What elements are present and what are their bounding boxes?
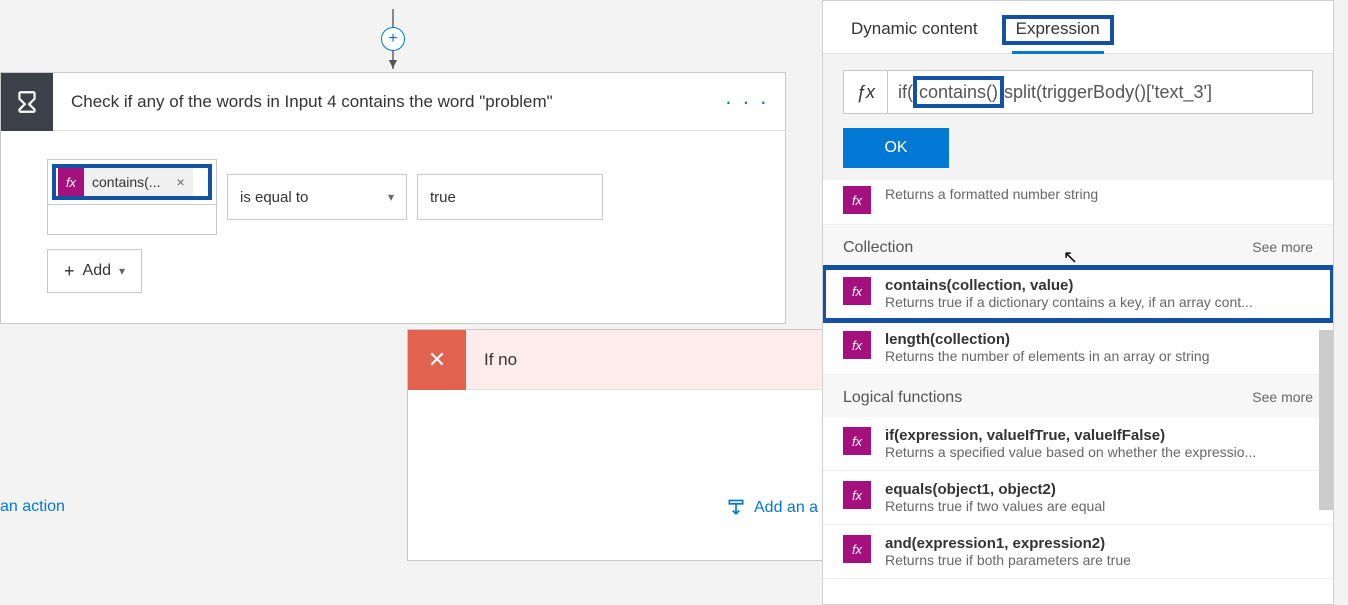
function-item-length[interactable]: fx length(collection) Returns the number… — [823, 321, 1333, 375]
tab-dynamic-content[interactable]: Dynamic content — [847, 13, 982, 53]
expression-highlight: contains() — [913, 76, 1004, 108]
expression-token[interactable]: fx contains(... × — [58, 167, 193, 197]
chevron-down-icon: ▾ — [388, 190, 394, 204]
fx-icon: fx — [843, 331, 871, 359]
see-more-collection[interactable]: See more — [1252, 239, 1313, 257]
condition-menu-button[interactable]: · · · — [725, 89, 769, 115]
function-item-contains[interactable]: fx contains(collection, value) Returns t… — [823, 267, 1333, 321]
condition-operator-select[interactable]: is equal to ▾ — [227, 174, 407, 220]
remove-token-button[interactable]: × — [168, 174, 192, 190]
scrollbar[interactable] — [1319, 330, 1333, 510]
fx-icon: fx — [843, 427, 871, 455]
add-action-icon — [726, 498, 746, 518]
condition-value-text: true — [430, 189, 456, 206]
close-icon: ✕ — [408, 330, 466, 390]
operand-extra-space[interactable] — [47, 205, 217, 235]
flow-connector: + ▼ — [385, 5, 401, 69]
fx-icon: fx — [843, 481, 871, 509]
if-no-header[interactable]: ✕ If no — [408, 330, 822, 390]
function-item-if[interactable]: fx if(expression, valueIfTrue, valueIfFa… — [823, 417, 1333, 471]
expression-input-row: ƒx if(contains()split(triggerBody()['tex… — [843, 70, 1313, 114]
if-no-card: ✕ If no — [407, 329, 823, 561]
category-logical: Logical functions See more — [823, 375, 1333, 417]
condition-header[interactable]: Check if any of the words in Input 4 con… — [1, 73, 785, 131]
fx-icon: ƒx — [844, 71, 888, 113]
add-action-link-right[interactable]: Add an a — [726, 498, 818, 518]
condition-left-operand[interactable]: fx contains(... × — [47, 159, 217, 205]
condition-operator-label: is equal to — [240, 189, 308, 206]
expression-token-label: contains(... — [84, 174, 168, 190]
category-collection: Collection See more — [823, 225, 1333, 267]
condition-card: Check if any of the words in Input 4 con… — [0, 72, 786, 324]
add-action-link-left[interactable]: an action — [0, 498, 65, 516]
ok-button[interactable]: OK — [843, 128, 949, 168]
condition-title: Check if any of the words in Input 4 con… — [53, 92, 725, 112]
condition-value-input[interactable]: true — [417, 174, 603, 220]
add-condition-label: Add — [83, 262, 111, 280]
if-no-title: If no — [466, 350, 517, 370]
fx-icon: fx — [843, 535, 871, 563]
expression-panel: Dynamic content Expression ƒx if(contain… — [822, 0, 1334, 605]
fx-icon: fx — [843, 277, 871, 305]
fx-icon: fx — [58, 167, 84, 197]
add-step-button[interactable]: + — [381, 27, 405, 51]
add-condition-button[interactable]: + Add ▾ — [47, 249, 142, 293]
see-more-logical[interactable]: See more — [1252, 389, 1313, 407]
tab-expression[interactable]: Expression — [1012, 13, 1104, 53]
function-item-and[interactable]: fx and(expression1, expression2) Returns… — [823, 525, 1333, 579]
plus-icon: + — [64, 261, 75, 282]
function-item-formatnumber[interactable]: fx Returns a formatted number string — [823, 180, 1333, 225]
function-item-equals[interactable]: fx equals(object1, object2) Returns true… — [823, 471, 1333, 525]
condition-icon — [1, 73, 53, 131]
expression-input[interactable]: if(contains()split(triggerBody()['text_3… — [888, 76, 1312, 108]
chevron-down-icon: ▾ — [119, 264, 125, 278]
fx-icon: fx — [843, 186, 871, 214]
